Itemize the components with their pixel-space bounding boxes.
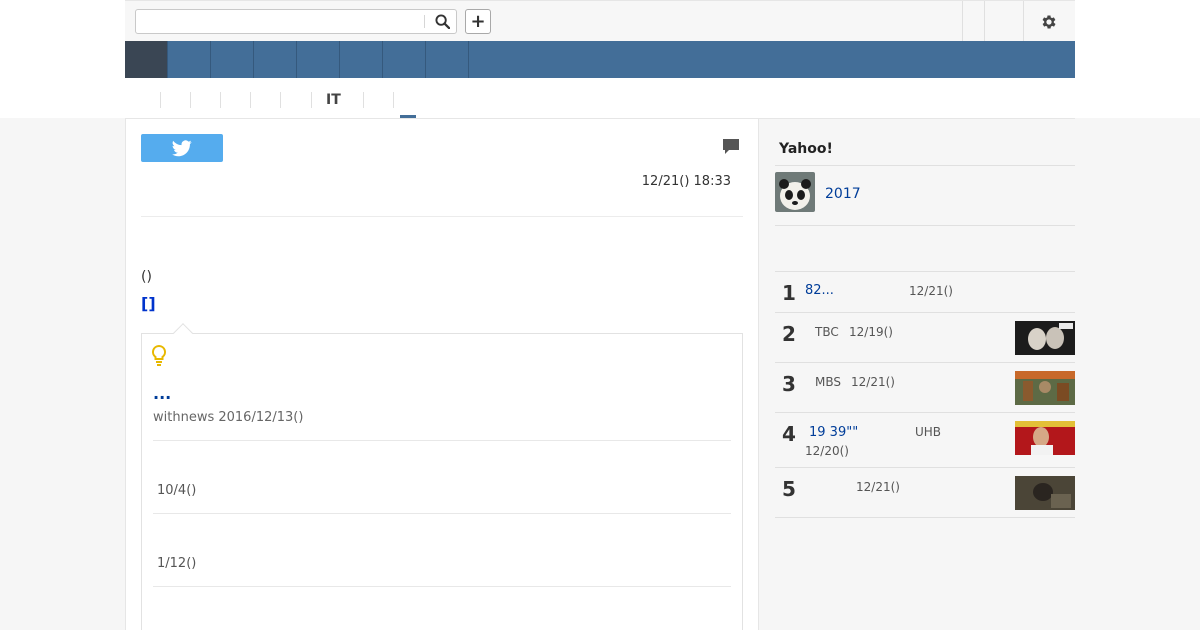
rank-number: 3 <box>782 372 796 396</box>
ranking-item[interactable]: 3 MBS 12/21() <box>775 363 1075 413</box>
ranking-item[interactable]: 1 82... 12/21() <box>775 272 1075 313</box>
category-tab[interactable] <box>340 41 383 78</box>
related-item-date[interactable]: 1/12() <box>157 556 196 571</box>
ranking-item[interactable]: 5 12/21() <box>775 468 1075 518</box>
search-divider <box>424 15 425 28</box>
search-icon <box>434 14 450 29</box>
category-tab[interactable] <box>297 41 340 78</box>
divider <box>775 165 1075 166</box>
rank-title[interactable]: 82... <box>805 283 834 298</box>
related-item-date[interactable]: 10/4() <box>157 483 196 498</box>
search-button[interactable] <box>427 10 457 33</box>
search-input[interactable] <box>136 10 424 33</box>
rank-date: 12/19() <box>849 325 893 339</box>
sub-tabs: IT <box>125 78 1075 119</box>
rank-thumbnail <box>1015 321 1075 355</box>
article-text: () <box>141 269 152 285</box>
topbar-separator <box>962 1 963 42</box>
comment-button[interactable] <box>722 138 740 156</box>
sidebar: Yahoo! 2017 1 82... 12/21() 2 TBC 12/19(… <box>759 118 1075 630</box>
category-tab[interactable] <box>426 41 469 78</box>
related-article-title[interactable]: ... <box>153 384 171 403</box>
rank-number: 2 <box>782 322 796 346</box>
subtab[interactable] <box>250 92 265 108</box>
article-panel: 12/21() 18:33 () [] ... withnews 2016/12… <box>125 118 759 630</box>
rank-date: 12/21() <box>856 480 900 494</box>
category-tab[interactable] <box>168 41 211 78</box>
divider <box>153 440 731 441</box>
add-button[interactable]: + <box>465 9 491 34</box>
feature-link[interactable]: 2017 <box>825 186 861 202</box>
rank-number: 4 <box>782 422 796 446</box>
article-link[interactable]: [] <box>141 294 156 313</box>
rank-number: 5 <box>782 477 796 501</box>
rank-date: 12/20() <box>805 444 849 458</box>
category-nav <box>125 41 1075 78</box>
category-tab[interactable] <box>383 41 426 78</box>
rank-thumbnail <box>1015 421 1075 455</box>
divider <box>775 225 1075 226</box>
subtab[interactable] <box>363 92 378 108</box>
rank-date: 12/21() <box>909 284 953 298</box>
lightbulb-icon <box>151 344 167 366</box>
divider <box>153 513 731 514</box>
search-box <box>135 9 457 34</box>
rank-thumbnail <box>1015 371 1075 405</box>
plus-icon: + <box>470 11 486 32</box>
sidebar-heading: Yahoo! <box>779 141 833 157</box>
top-bar: + <box>125 0 1075 42</box>
box-notch <box>173 323 193 343</box>
topbar-separator <box>1023 1 1024 42</box>
rank-source: MBS <box>815 375 841 389</box>
comment-icon <box>723 139 739 154</box>
tweet-button[interactable] <box>141 134 223 162</box>
subtab[interactable] <box>190 92 205 108</box>
rank-source: TBC <box>815 325 839 339</box>
category-tab[interactable] <box>254 41 297 78</box>
subtab[interactable] <box>160 92 175 108</box>
category-tab[interactable] <box>211 41 254 78</box>
ranking-item[interactable]: 2 TBC 12/19() <box>775 313 1075 363</box>
category-tab-active[interactable] <box>125 41 168 78</box>
article-date: 12/21() 18:33 <box>641 174 731 189</box>
gear-icon <box>1042 15 1056 29</box>
ranking-item[interactable]: 4 19 39"" UHB 12/20() <box>775 413 1075 468</box>
subtab[interactable] <box>220 92 235 108</box>
related-article-source: withnews 2016/12/13() <box>153 410 304 425</box>
panda-thumbnail[interactable] <box>775 172 815 212</box>
twitter-bird-icon <box>172 139 192 156</box>
rank-thumbnail <box>1015 476 1075 510</box>
related-articles-box: ... withnews 2016/12/13() 10/4() 1/12() <box>141 323 743 630</box>
subtab[interactable] <box>393 92 408 108</box>
divider <box>153 586 731 587</box>
subtab-it[interactable]: IT <box>311 92 341 108</box>
rank-source: UHB <box>915 425 942 439</box>
rank-number: 1 <box>782 281 796 305</box>
rank-title[interactable]: 19 39"" <box>809 425 858 440</box>
divider <box>141 216 743 217</box>
topbar-separator <box>984 1 985 42</box>
settings-button[interactable] <box>1038 11 1060 33</box>
rank-date: 12/21() <box>851 375 895 389</box>
subtab[interactable] <box>280 92 295 108</box>
